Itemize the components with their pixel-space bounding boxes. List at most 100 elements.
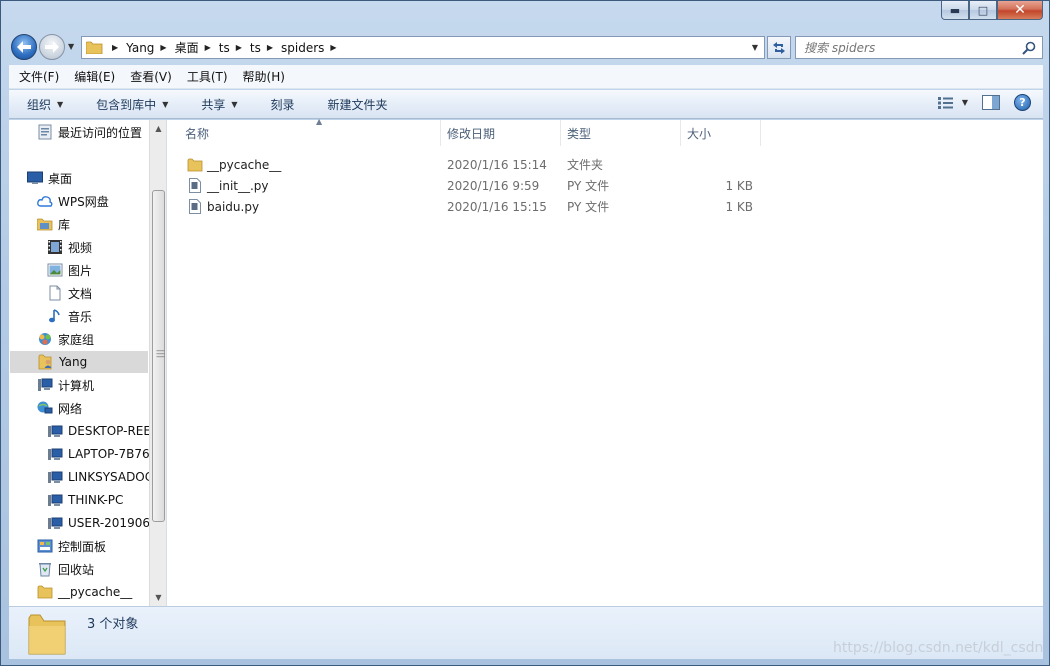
back-button[interactable] <box>11 34 37 60</box>
breadcrumb-item[interactable]: 桌面 ▶ <box>175 39 219 56</box>
nav-item-desktop[interactable]: 桌面 <box>27 167 72 189</box>
share-button[interactable]: 共享 ▼ <box>183 96 252 113</box>
nav-item-pictures[interactable]: 图片 <box>47 259 92 281</box>
change-view-icon[interactable] <box>937 96 954 109</box>
column-header-label: 修改日期 <box>447 126 496 141</box>
scroll-up-icon[interactable]: ▲ <box>150 120 167 137</box>
nav-item-label: 回收站 <box>58 562 95 577</box>
nav-item-label: LINKSYSADOC <box>68 470 154 484</box>
folder-icon <box>86 41 103 54</box>
preview-pane-icon[interactable] <box>982 95 1000 110</box>
nav-pane-scrollbar[interactable]: ▲ — — — ▼ <box>149 120 166 606</box>
nav-item-label: WPS网盘 <box>58 194 109 209</box>
nav-item-network-pc[interactable]: DESKTOP-REE <box>47 420 151 442</box>
file-type: PY 文件 <box>567 200 610 214</box>
refresh-icon <box>773 41 785 54</box>
file-row[interactable]: __init__.py 2020/1/16 9:59 PY 文件 1 KB <box>181 175 781 196</box>
file-name: baidu.py <box>207 199 260 214</box>
nav-item-computer[interactable]: 计算机 <box>37 374 94 396</box>
network-icon <box>37 400 53 416</box>
library-icon <box>37 216 53 232</box>
column-header-modified[interactable]: 修改日期 <box>441 120 561 146</box>
column-header-size[interactable]: 大小 <box>681 120 761 146</box>
nav-item-label: 文档 <box>68 286 93 301</box>
nav-item-network-pc[interactable]: LINKSYSADOC <box>47 466 153 488</box>
nav-item-recent-places[interactable]: 最近访问的位置 <box>37 121 142 143</box>
breadcrumb-item[interactable]: spiders ▶ <box>281 41 345 55</box>
file-row[interactable]: baidu.py 2020/1/16 15:15 PY 文件 1 KB <box>181 196 781 217</box>
nav-item-label: 网络 <box>58 401 83 416</box>
nav-item-documents[interactable]: 文档 <box>47 282 92 304</box>
recent-pages-dropdown-icon[interactable]: ▼ <box>68 42 74 51</box>
folder-icon <box>187 154 203 175</box>
breadcrumb-item[interactable]: ts ▶ <box>250 41 281 55</box>
search-box[interactable] <box>795 36 1043 59</box>
maximize-button[interactable]: □ <box>969 1 997 20</box>
view-controls: ▼ ? <box>937 94 1031 111</box>
refresh-button[interactable] <box>767 36 791 59</box>
breadcrumb-label: ts <box>249 40 261 55</box>
file-icon <box>189 196 201 217</box>
view-dropdown-icon[interactable]: ▼ <box>962 98 968 107</box>
nav-item-label: 最近访问的位置 <box>58 125 143 140</box>
menu-help[interactable]: 帮助(H) <box>233 68 290 85</box>
minimize-button[interactable]: ▬ <box>941 1 969 20</box>
burn-button[interactable]: 刻录 <box>253 96 310 113</box>
nav-item-music[interactable]: 音乐 <box>47 305 92 327</box>
nav-item-pycache[interactable]: __pycache__ <box>37 581 132 603</box>
column-header-name[interactable]: ▲ 名称 <box>179 117 441 146</box>
breadcrumb-item[interactable]: ts ▶ <box>219 41 250 55</box>
breadcrumb-item[interactable]: Yang ▶ <box>126 41 174 55</box>
address-dropdown-icon[interactable]: ▼ <box>752 43 758 52</box>
forward-button[interactable] <box>39 34 65 60</box>
nav-item-network-pc[interactable]: LAPTOP-7B76 <box>47 443 150 465</box>
breadcrumb-label: ts <box>218 40 230 55</box>
nav-item-user-yang[interactable]: Yang <box>10 351 148 373</box>
column-header-type[interactable]: 类型 <box>561 120 681 146</box>
title-bar: ▬ □ ✕ <box>1 1 1049 31</box>
scrollbar-thumb[interactable]: — — — <box>152 190 165 522</box>
file-name: __init__.py <box>207 178 269 193</box>
breadcrumb-separator[interactable]: ▶ <box>106 43 126 52</box>
menu-bar: 文件(F) 编辑(E) 查看(V) 工具(T) 帮助(H) <box>9 65 1043 89</box>
nav-item-libraries[interactable]: 库 <box>37 213 70 235</box>
pc-icon <box>47 515 63 531</box>
cloud-icon <box>37 193 53 209</box>
menu-edit[interactable]: 编辑(E) <box>64 68 120 85</box>
search-icon[interactable] <box>1022 41 1036 55</box>
nav-item-control-panel[interactable]: 控制面板 <box>37 535 106 557</box>
menu-tools[interactable]: 工具(T) <box>177 68 233 85</box>
nav-item-videos[interactable]: 视频 <box>47 236 92 258</box>
control-panel-icon <box>37 538 53 554</box>
arrow-left-icon <box>17 41 31 53</box>
file-icon <box>189 175 201 196</box>
menu-file[interactable]: 文件(F) <box>9 68 64 85</box>
nav-item-network-pc[interactable]: THINK-PC <box>47 489 123 511</box>
close-button[interactable]: ✕ <box>997 1 1043 20</box>
nav-item-label: 桌面 <box>48 171 73 186</box>
help-icon[interactable]: ? <box>1014 94 1031 111</box>
nav-item-wps-drive[interactable]: WPS网盘 <box>37 190 109 212</box>
scroll-down-icon[interactable]: ▼ <box>150 589 167 606</box>
file-row[interactable]: __pycache__ 2020/1/16 15:14 文件夹 <box>181 154 781 175</box>
nav-item-recycle-bin[interactable]: 回收站 <box>37 558 94 580</box>
pc-icon <box>47 423 63 439</box>
menu-view[interactable]: 查看(V) <box>120 68 177 85</box>
column-header-label: 类型 <box>567 126 592 141</box>
file-size: 1 KB <box>725 199 753 214</box>
homegroup-icon <box>37 331 53 347</box>
file-modified: 2020/1/16 15:14 <box>447 157 547 172</box>
nav-item-homegroup[interactable]: 家庭组 <box>37 328 94 350</box>
include-in-library-button[interactable]: 包含到库中 ▼ <box>78 96 183 113</box>
pc-icon <box>47 492 63 508</box>
nav-item-network[interactable]: 网络 <box>37 397 82 419</box>
search-input[interactable] <box>804 40 1014 55</box>
nav-item-network-pc[interactable]: USER-201906 <box>47 512 150 534</box>
address-bar[interactable]: ▶ Yang ▶ 桌面 ▶ ts ▶ ts ▶ spiders ▶ ▼ <box>81 36 765 59</box>
organize-button[interactable]: 组织 ▼ <box>9 96 78 113</box>
share-label: 共享 <box>201 97 226 112</box>
file-size <box>687 154 753 175</box>
recent-places-icon <box>37 124 53 140</box>
new-folder-button[interactable]: 新建文件夹 <box>310 96 403 113</box>
file-type: PY 文件 <box>567 179 610 193</box>
